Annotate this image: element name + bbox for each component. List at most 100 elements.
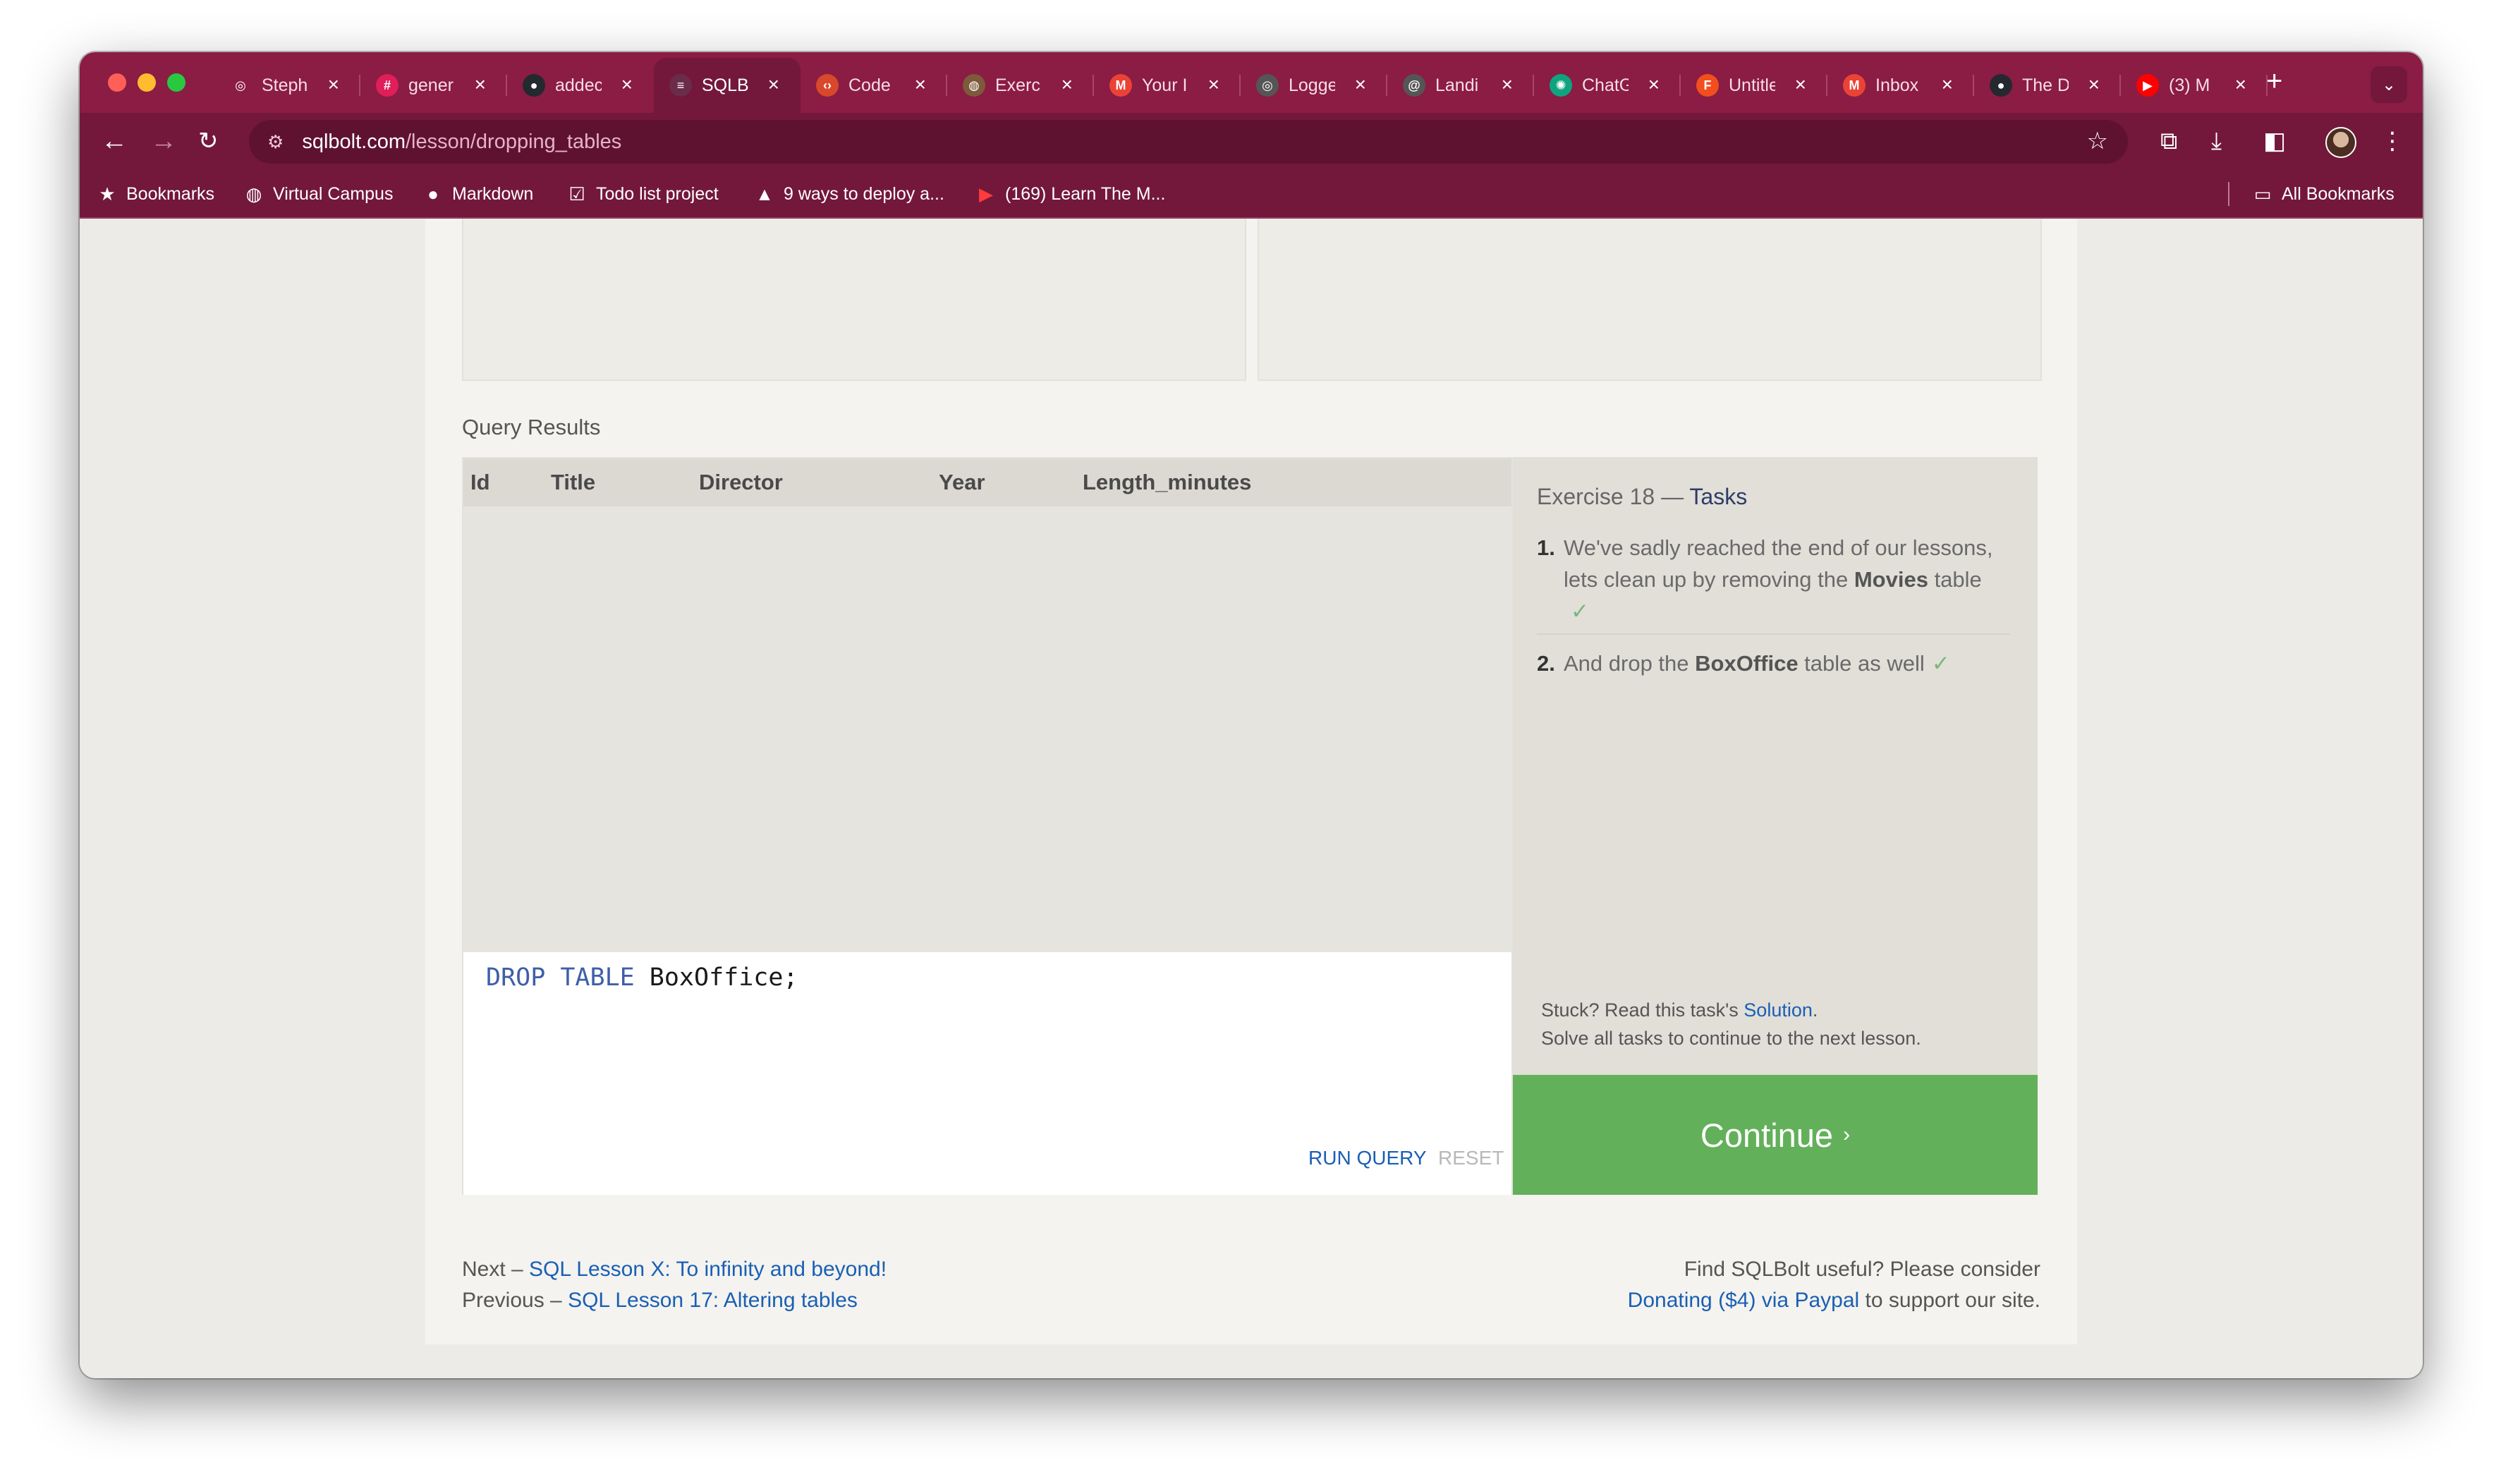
solve-all-text: Solve all tasks to continue to the next … xyxy=(1541,1028,1921,1049)
back-button[interactable]: ← xyxy=(101,123,128,159)
bookmark-label: Virtual Campus xyxy=(273,184,394,204)
github-circle-icon: ◎ xyxy=(229,74,252,97)
close-tab-icon[interactable]: × xyxy=(2235,73,2246,96)
run-query-button[interactable]: RUN QUERY xyxy=(1308,1147,1427,1169)
close-tab-icon[interactable]: × xyxy=(1942,73,1953,96)
bookmarks-separator xyxy=(2228,182,2229,206)
browser-tab[interactable]: ▶ (3) M × xyxy=(2121,58,2268,113)
at-icon: @ xyxy=(1403,74,1425,97)
sql-editor[interactable]: DROP TABLE BoxOffice; RUN QUERY RESET xyxy=(463,952,1511,1195)
close-tab-icon[interactable]: × xyxy=(1208,73,1219,96)
bookmark-item-todo[interactable]: ☑ Todo list project xyxy=(566,183,718,205)
gmail-icon: M xyxy=(1109,74,1132,97)
extensions-icon[interactable]: ⧉ xyxy=(2160,126,2177,157)
reset-button[interactable]: RESET xyxy=(1438,1147,1504,1169)
tab-title: Untitle xyxy=(1729,75,1775,95)
bookmark-item-youtube[interactable]: ▶ (169) Learn The M... xyxy=(975,183,1165,205)
bookmark-star-icon[interactable]: ☆ xyxy=(2087,127,2108,155)
close-tab-icon[interactable]: × xyxy=(621,73,633,96)
column-header-id: Id xyxy=(470,470,490,494)
check-icon: ✓ xyxy=(1571,599,1589,624)
close-tab-icon[interactable]: × xyxy=(1795,73,1806,96)
browser-tab[interactable]: M Inbox × xyxy=(1827,58,1974,113)
task-number: 1. xyxy=(1537,535,1555,560)
tab-title: SQLB xyxy=(702,75,748,95)
tab-title: Landi xyxy=(1435,75,1479,95)
forward-button[interactable]: → xyxy=(150,123,177,159)
bookmark-item-virtual-campus[interactable]: ◍ Virtual Campus xyxy=(243,183,394,205)
reload-button[interactable]: ↻ xyxy=(198,123,219,159)
column-header-director: Director xyxy=(699,470,783,494)
stuck-hint: Stuck? Read this task's Solution. Solve … xyxy=(1541,996,1921,1052)
continue-button[interactable]: Continue › xyxy=(1513,1075,2038,1195)
solution-link[interactable]: Solution xyxy=(1744,999,1813,1021)
bookmark-item-deploy[interactable]: ▲ 9 ways to deploy a... xyxy=(754,183,944,205)
side-panel-icon[interactable]: ◧ xyxy=(2263,126,2286,157)
query-results-panel: Id Title Director Year Length_minutes DR… xyxy=(462,457,1513,1195)
close-tab-icon[interactable]: × xyxy=(1355,73,1366,96)
close-tab-icon[interactable]: × xyxy=(768,73,779,96)
close-tab-icon[interactable]: × xyxy=(1502,73,1513,96)
close-tab-icon[interactable]: × xyxy=(328,73,339,96)
task-text: And drop the BoxOffice table as well ✓ xyxy=(1564,647,2016,679)
close-tab-icon[interactable]: × xyxy=(915,73,926,96)
browser-tab[interactable]: ≡ SQLB × xyxy=(654,58,801,113)
figma-icon: F xyxy=(1696,74,1719,97)
browser-tab[interactable]: ✺ ChatG × xyxy=(1534,58,1681,113)
bookmark-label: Markdown xyxy=(452,184,534,204)
close-tab-icon[interactable]: × xyxy=(1648,73,1660,96)
site-settings-icon[interactable]: ⚙ xyxy=(267,131,284,153)
minimize-window-button[interactable] xyxy=(138,73,156,92)
browser-tab[interactable]: # gener × xyxy=(360,58,507,113)
arrow-left-icon: ← xyxy=(101,126,128,156)
continue-label: Continue xyxy=(1700,1116,1834,1154)
browser-tab[interactable]: ● addec × xyxy=(507,58,654,113)
task-text-part: table xyxy=(1928,567,1982,592)
browser-tab[interactable]: M Your I × xyxy=(1094,58,1241,113)
query-results-label: Query Results xyxy=(462,415,601,439)
all-bookmarks-button[interactable]: ▭ All Bookmarks xyxy=(2252,183,2394,205)
maximize-window-button[interactable] xyxy=(167,73,185,92)
checkbox-icon: ☑ xyxy=(568,183,585,205)
close-tab-icon[interactable]: × xyxy=(475,73,486,96)
tab-title: Steph xyxy=(262,75,308,95)
check-icon: ✓ xyxy=(1931,651,1950,676)
profile-avatar[interactable] xyxy=(2325,127,2356,158)
bookmark-item-bookmarks[interactable]: ★ Bookmarks xyxy=(97,183,214,205)
tab-title: gener xyxy=(408,75,454,95)
browser-tab[interactable]: F Untitle × xyxy=(1681,58,1827,113)
url-path: /lesson/dropping_tables xyxy=(405,130,622,153)
task-number: 2. xyxy=(1537,651,1555,676)
task-divider xyxy=(1537,633,2009,635)
page-viewport[interactable]: Query Results Id Title Director Year Len… xyxy=(80,219,2423,1378)
close-tab-icon[interactable]: × xyxy=(2088,73,2100,96)
task-item: 1. We've sadly reached the end of our le… xyxy=(1537,532,2016,627)
address-bar[interactable]: ⚙ sqlbolt.com/lesson/dropping_tables ☆ xyxy=(249,120,2128,164)
task-item: 2. And drop the BoxOffice table as well ✓ xyxy=(1537,647,2016,679)
slack-icon: # xyxy=(376,74,398,97)
results-header-row: Id Title Director Year Length_minutes xyxy=(463,458,1511,506)
browser-tab[interactable]: ◎ Steph × xyxy=(214,58,360,113)
bookmark-item-markdown[interactable]: ● Markdown xyxy=(422,183,533,205)
browser-window: ◎ Steph × # gener × ● addec × ≡ SQLB × ‹› Code × ◍ Exerc… xyxy=(80,52,2423,1378)
browser-tab[interactable]: ◎ Logge × xyxy=(1241,58,1387,113)
browser-tab[interactable]: ◍ Exerc × xyxy=(947,58,1094,113)
exercise-title: Exercise 18 — Tasks xyxy=(1537,484,1747,510)
bookmarks-bar: ★ Bookmarks ◍ Virtual Campus ● Markdown … xyxy=(80,169,2423,219)
browser-tab[interactable]: ‹› Code × xyxy=(801,58,947,113)
next-lesson-link[interactable]: SQL Lesson X: To infinity and beyond! xyxy=(529,1258,887,1281)
browser-tab[interactable]: @ Landi × xyxy=(1387,58,1534,113)
tab-search-button[interactable]: ⌄ xyxy=(2371,66,2407,103)
donate-link[interactable]: Donating ($4) via Paypal xyxy=(1628,1289,1860,1312)
url-host: sqlbolt.com xyxy=(302,130,406,153)
close-window-button[interactable] xyxy=(108,73,126,92)
new-tab-button[interactable]: + xyxy=(2266,65,2282,97)
download-icon[interactable]: ⤓ xyxy=(2211,126,2222,157)
task-table-name: BoxOffice xyxy=(1695,651,1799,676)
browser-tab[interactable]: ● The D × xyxy=(1974,58,2121,113)
more-menu-icon[interactable]: ⋮ xyxy=(2380,126,2404,157)
close-tab-icon[interactable]: × xyxy=(1061,73,1073,96)
sql-query-text[interactable]: DROP TABLE BoxOffice; xyxy=(486,963,798,992)
previous-lesson-link[interactable]: SQL Lesson 17: Altering tables xyxy=(568,1289,858,1312)
star-icon: ★ xyxy=(99,183,116,205)
